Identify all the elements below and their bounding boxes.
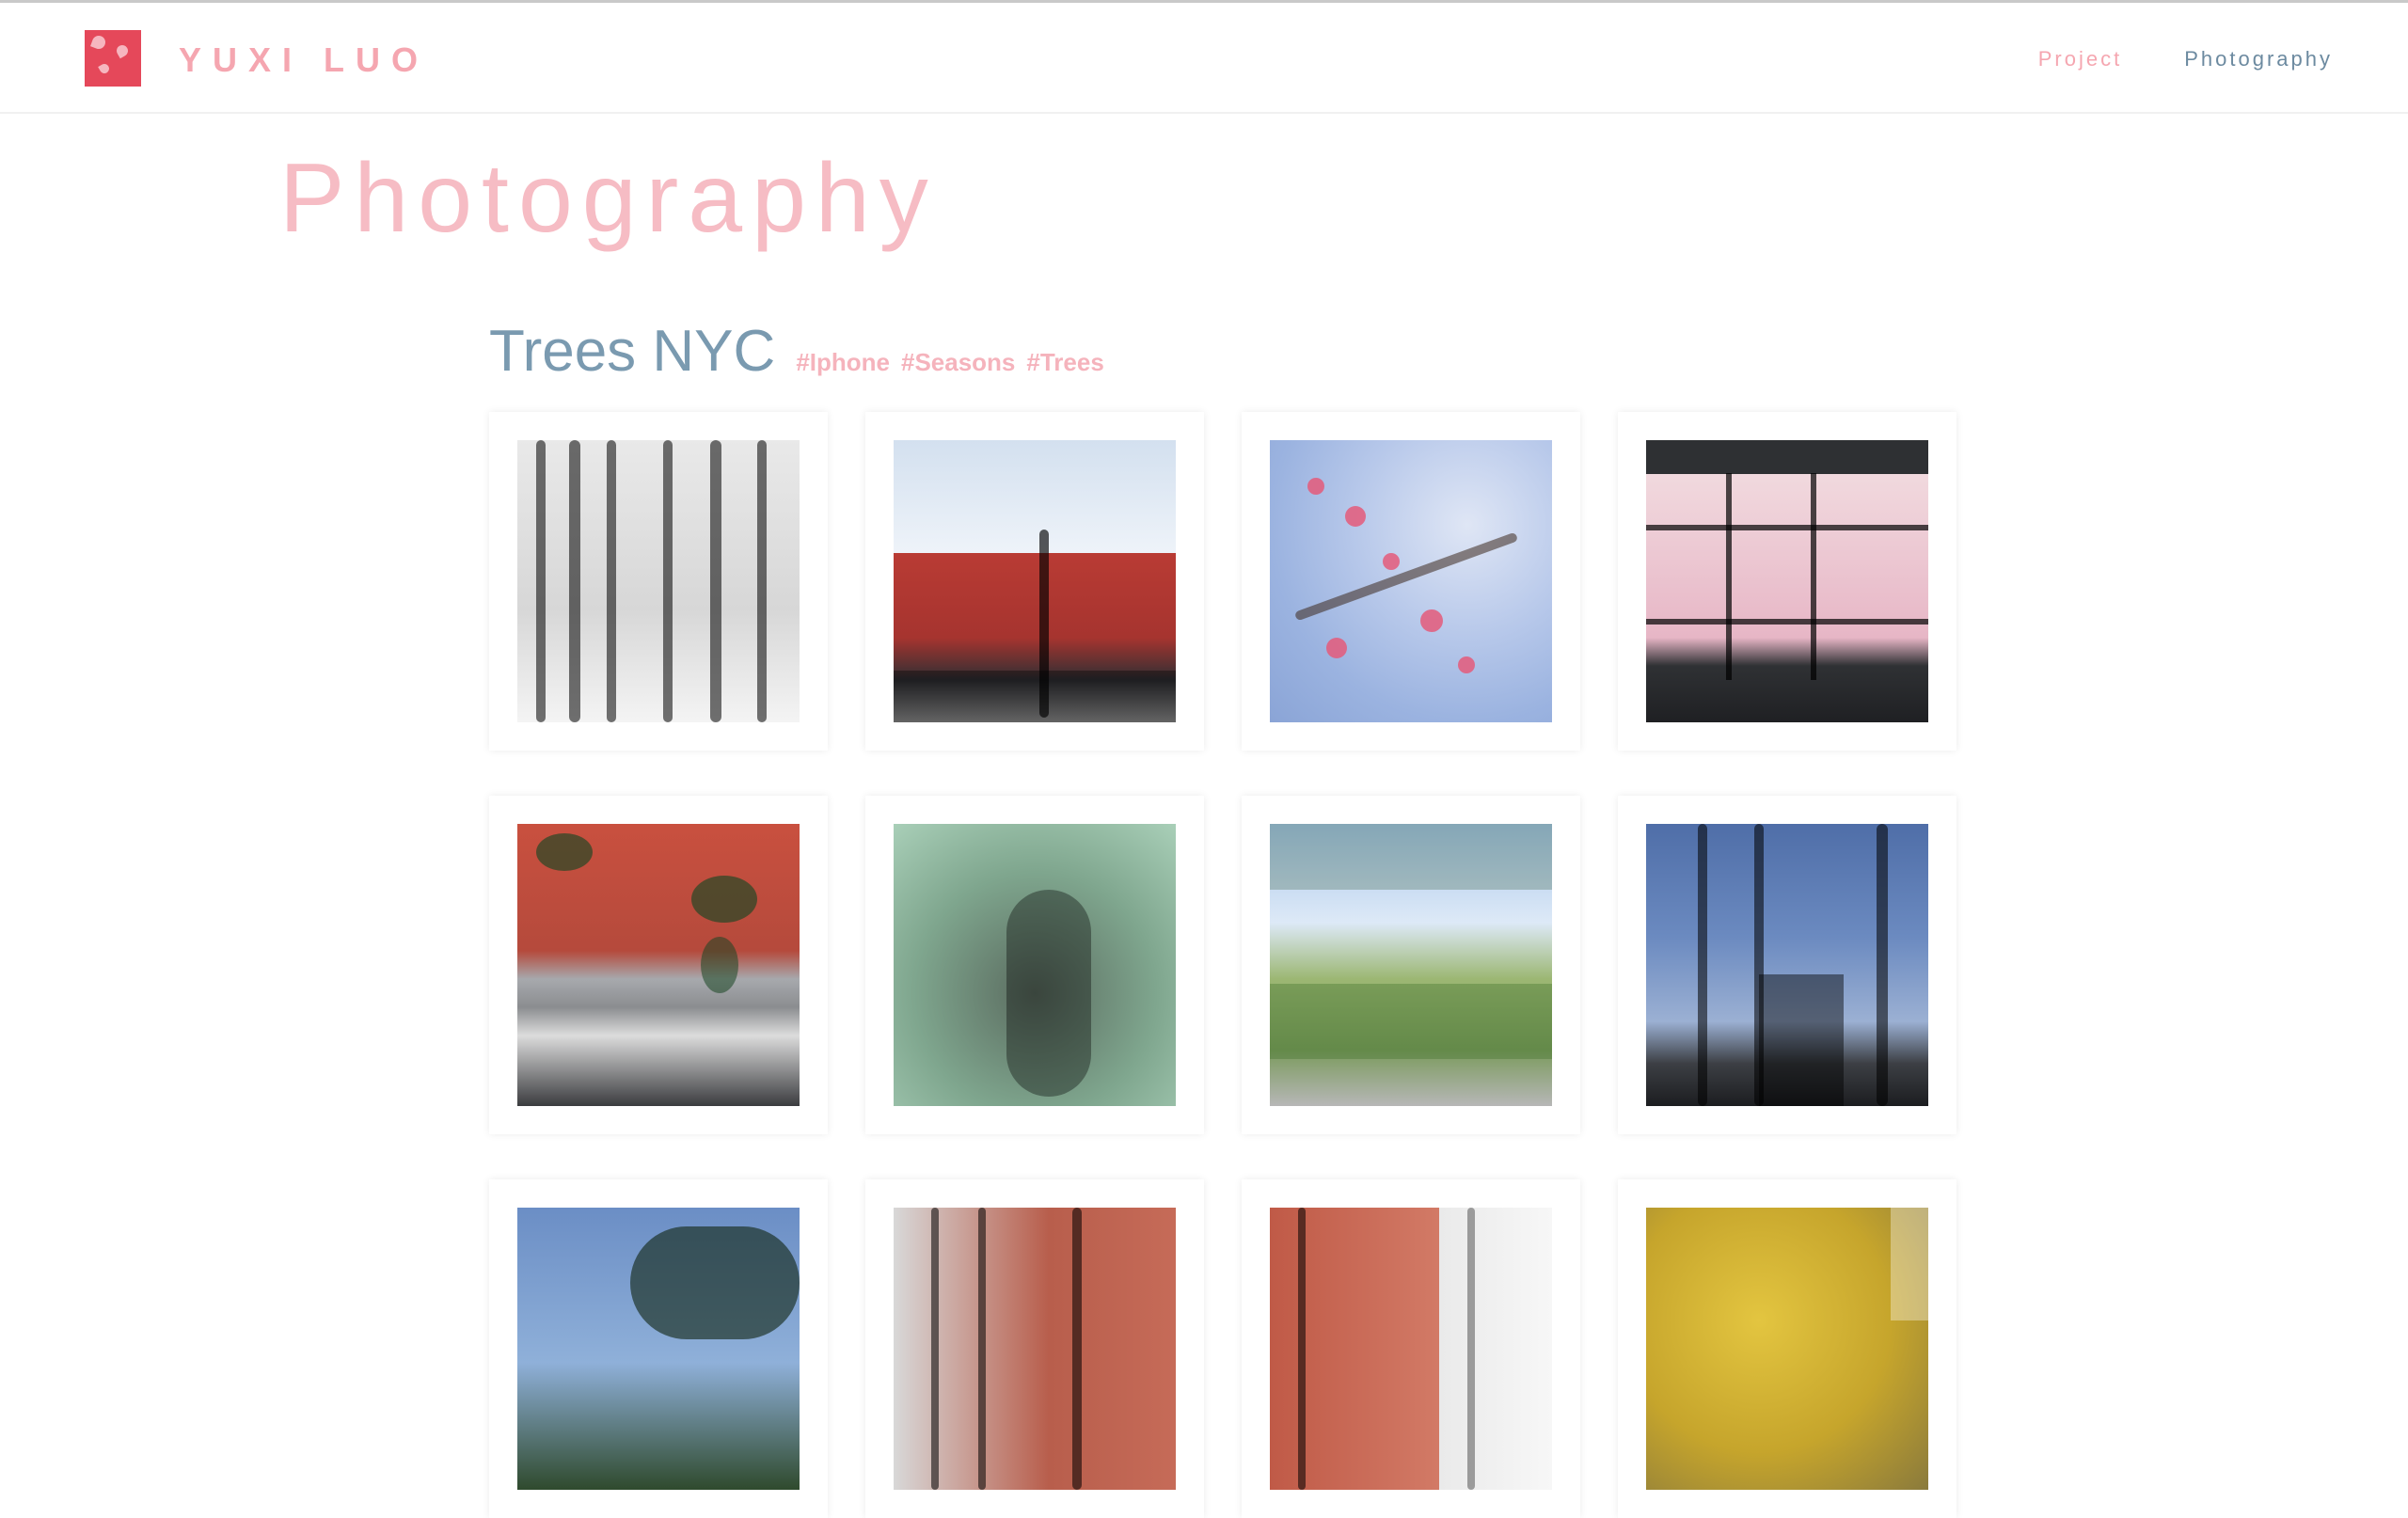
photo-yellow-tree[interactable] [1646, 1208, 1928, 1490]
photo-snow-trees[interactable] [517, 440, 800, 722]
photo-window-blossom[interactable] [1646, 440, 1928, 722]
photo-card[interactable] [865, 412, 1204, 751]
album-tags: #Iphone #Seasons #Trees [796, 348, 1103, 377]
photo-sky-branches[interactable] [517, 1208, 800, 1490]
photo-card[interactable] [1242, 1179, 1580, 1518]
photo-card[interactable] [1618, 1179, 1956, 1518]
photo-card[interactable] [1242, 796, 1580, 1134]
photo-card[interactable] [489, 1179, 828, 1518]
photo-card[interactable] [489, 412, 828, 751]
page-title: Photography [279, 144, 938, 253]
photo-card[interactable] [1618, 412, 1956, 751]
top-nav: Project Photography [2038, 47, 2333, 71]
album-title: Trees NYC [489, 319, 776, 384]
album-tag[interactable]: #Seasons [901, 348, 1015, 377]
photo-card[interactable] [865, 1179, 1204, 1518]
photo-card[interactable] [1618, 796, 1956, 1134]
site-header: YUXI LUO Project Photography [0, 3, 2408, 114]
photo-building-branches[interactable] [894, 1208, 1176, 1490]
photo-street-lamp[interactable] [894, 440, 1176, 722]
album-tag[interactable]: #Iphone [796, 348, 890, 377]
photo-card[interactable] [1242, 412, 1580, 751]
photo-card[interactable] [865, 796, 1204, 1134]
photo-park[interactable] [1270, 824, 1552, 1106]
photo-card[interactable] [489, 796, 828, 1134]
logo-icon[interactable] [85, 30, 141, 87]
album-header: Trees NYC #Iphone #Seasons #Trees [489, 318, 1104, 385]
photo-red-wall[interactable] [517, 824, 800, 1106]
photo-red-building[interactable] [1270, 1208, 1552, 1490]
photo-bare-trees[interactable] [1646, 824, 1928, 1106]
album-tag[interactable]: #Trees [1026, 348, 1103, 377]
photo-shadow[interactable] [894, 824, 1176, 1106]
photo-cherry-blossom[interactable] [1270, 440, 1552, 722]
nav-photography-link[interactable]: Photography [2184, 47, 2333, 71]
site-brand[interactable]: YUXI LUO [179, 40, 429, 80]
nav-project-link[interactable]: Project [2038, 47, 2122, 71]
